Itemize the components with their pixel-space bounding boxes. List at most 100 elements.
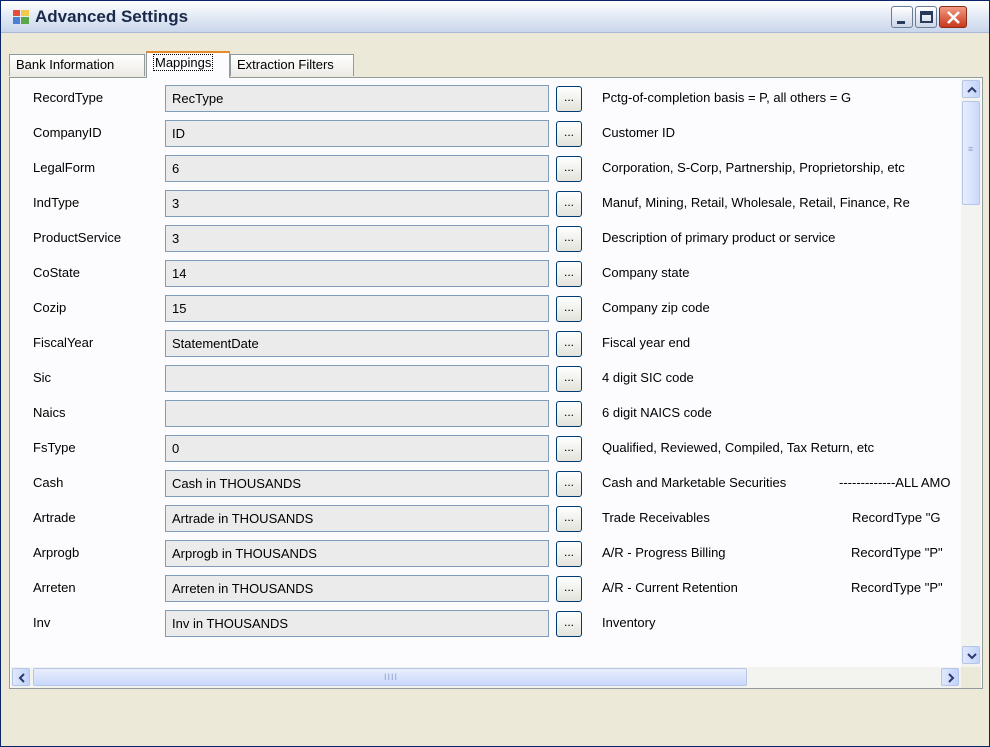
mapping-row-naics: Naics ... 6 digit NAICS code <box>11 396 961 431</box>
browse-button[interactable]: ... <box>556 611 582 637</box>
mapping-row-cozip: Cozip 15 ... Company zip code <box>11 291 961 326</box>
minimize-icon <box>897 21 905 24</box>
tab-bank-information-label: Bank Information <box>16 57 115 72</box>
mapping-row-artrade: Artrade Artrade in THOUSANDS ... Trade R… <box>11 501 961 536</box>
tab-mappings[interactable]: Mappings <box>146 51 230 78</box>
mapping-value-field[interactable]: Inv in THOUSANDS <box>165 610 549 637</box>
tab-mappings-label: Mappings <box>153 54 214 71</box>
mapping-value-field[interactable]: RecType <box>165 85 549 112</box>
mapping-row-indtype: IndType 3 ... Manuf, Mining, Retail, Who… <box>11 186 961 221</box>
mapping-value-field[interactable]: StatementDate <box>165 330 549 357</box>
mapping-description: Inventory <box>602 615 656 630</box>
mapping-description: A/R - Current Retention <box>602 580 738 595</box>
chevron-right-icon <box>948 673 955 683</box>
mapping-name: FsType <box>33 440 76 455</box>
browse-button[interactable]: ... <box>556 541 582 567</box>
mapping-note: RecordType "P" <box>851 580 943 595</box>
mapping-name: Inv <box>33 615 51 630</box>
mapping-description: 6 digit NAICS code <box>602 405 712 420</box>
horizontal-scrollbar[interactable]: IIII <box>11 667 961 688</box>
vertical-scroll-thumb[interactable]: ≡ <box>962 101 980 205</box>
mapping-description: Manuf, Mining, Retail, Wholesale, Retail… <box>602 195 910 210</box>
mapping-name: CompanyID <box>33 125 102 140</box>
browse-button[interactable]: ... <box>556 471 582 497</box>
browse-button[interactable]: ... <box>556 191 582 217</box>
mapping-name: Cozip <box>33 300 67 315</box>
mapping-value-field[interactable]: 3 <box>165 190 549 217</box>
browse-button[interactable]: ... <box>556 226 582 252</box>
horizontal-thumb-grip: IIII <box>384 672 399 682</box>
mapping-row-cash: Cash Cash in THOUSANDS ... Cash and Mark… <box>11 466 961 501</box>
close-button[interactable] <box>939 6 967 28</box>
maximize-button[interactable] <box>915 6 937 28</box>
mapping-description: Trade Receivables <box>602 510 710 525</box>
browse-button[interactable]: ... <box>556 366 582 392</box>
mapping-name: LegalForm <box>33 160 96 175</box>
mapping-name: RecordType <box>33 90 104 105</box>
mapping-row-fstype: FsType 0 ... Qualified, Reviewed, Compil… <box>11 431 961 466</box>
minimize-button[interactable] <box>891 6 913 28</box>
browse-button[interactable]: ... <box>556 401 582 427</box>
mapping-row-costate: CoState 14 ... Company state <box>11 256 961 291</box>
mapping-value-field[interactable]: 14 <box>165 260 549 287</box>
mapping-description: 4 digit SIC code <box>602 370 694 385</box>
tab-extraction-filters-label: Extraction Filters <box>237 57 334 72</box>
scroll-down-button[interactable] <box>962 646 980 664</box>
mapping-row-fiscalyear: FiscalYear StatementDate ... Fiscal year… <box>11 326 961 361</box>
scroll-up-button[interactable] <box>962 80 980 98</box>
mapping-description: Company state <box>602 265 690 280</box>
scroll-left-button[interactable] <box>12 668 30 686</box>
mapping-name: Naics <box>33 405 66 420</box>
mappings-list: RecordType RecType ... Pctg-of-completio… <box>11 79 961 667</box>
title-bar[interactable]: Advanced Settings <box>1 1 989 33</box>
mapping-row-recordtype: RecordType RecType ... Pctg-of-completio… <box>11 81 961 116</box>
mapping-name: Artrade <box>33 510 76 525</box>
mapping-value-field[interactable]: ID <box>165 120 549 147</box>
mapping-row-arreten: Arreten Arreten in THOUSANDS ... A/R - C… <box>11 571 961 606</box>
vertical-scrollbar[interactable]: ≡ <box>961 79 981 667</box>
mapping-description: Qualified, Reviewed, Compiled, Tax Retur… <box>602 440 875 455</box>
tab-bank-information[interactable]: Bank Information <box>9 54 145 76</box>
mapping-value-field[interactable]: Arprogb in THOUSANDS <box>165 540 549 567</box>
browse-button[interactable]: ... <box>556 261 582 287</box>
mapping-row-companyid: CompanyID ID ... Customer ID <box>11 116 961 151</box>
mapping-note: RecordType "G <box>852 510 941 525</box>
mapping-description: Description of primary product or servic… <box>602 230 836 245</box>
tab-extraction-filters[interactable]: Extraction Filters <box>230 54 354 76</box>
browse-button[interactable]: ... <box>556 296 582 322</box>
browse-button[interactable]: ... <box>556 156 582 182</box>
mapping-name: CoState <box>33 265 80 280</box>
mapping-name: IndType <box>33 195 80 210</box>
scroll-right-button[interactable] <box>941 668 959 686</box>
mapping-value-field[interactable]: 3 <box>165 225 549 252</box>
mapping-value-field[interactable] <box>165 400 549 427</box>
tab-strip: Bank Information Mappings Extraction Fil… <box>9 51 979 78</box>
mapping-value-field[interactable]: 0 <box>165 435 549 462</box>
mapping-note: RecordType "P" <box>851 545 943 560</box>
mapping-row-productservice: ProductService 3 ... Description of prim… <box>11 221 961 256</box>
mapping-description: Cash and Marketable Securities <box>602 475 787 490</box>
mapping-description: A/R - Progress Billing <box>602 545 726 560</box>
mapping-value-field[interactable]: 15 <box>165 295 549 322</box>
chevron-down-icon <box>967 653 977 660</box>
mapping-name: Arprogb <box>33 545 80 560</box>
app-window-icon <box>13 10 29 24</box>
browse-button[interactable]: ... <box>556 506 582 532</box>
mapping-name: ProductService <box>33 230 122 245</box>
browse-button[interactable]: ... <box>556 576 582 602</box>
browse-button[interactable]: ... <box>556 86 582 112</box>
mapping-description: Company zip code <box>602 300 710 315</box>
mapping-name: Arreten <box>33 580 76 595</box>
horizontal-scroll-thumb[interactable]: IIII <box>33 668 747 686</box>
mapping-value-field[interactable]: Artrade in THOUSANDS <box>165 505 549 532</box>
mapping-value-field[interactable] <box>165 365 549 392</box>
mapping-value-field[interactable]: 6 <box>165 155 549 182</box>
browse-button[interactable]: ... <box>556 331 582 357</box>
mapping-name: FiscalYear <box>33 335 94 350</box>
mapping-value-field[interactable]: Arreten in THOUSANDS <box>165 575 549 602</box>
mapping-value-field[interactable]: Cash in THOUSANDS <box>165 470 549 497</box>
browse-button[interactable]: ... <box>556 436 582 462</box>
mapping-row-inv: Inv Inv in THOUSANDS ... Inventory <box>11 606 961 641</box>
browse-button[interactable]: ... <box>556 121 582 147</box>
close-icon <box>947 11 960 24</box>
